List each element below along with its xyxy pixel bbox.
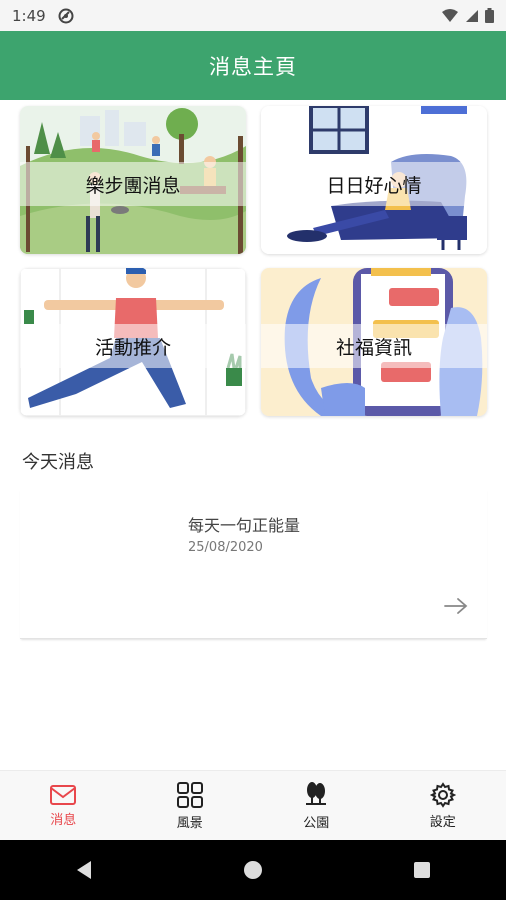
- tile-label-band: 社福資訊: [261, 324, 487, 368]
- message-date: 25/08/2020: [188, 540, 263, 555]
- wifi-icon: [442, 8, 458, 22]
- system-nav-bar: [0, 840, 506, 900]
- message-title: 每天一句正能量: [188, 516, 301, 535]
- nav-item-park[interactable]: 公園: [253, 771, 380, 841]
- back-triangle-icon: [77, 861, 92, 879]
- status-left: 1:49: [12, 7, 74, 25]
- signal-icon: [466, 9, 478, 22]
- bottom-nav: 消息 風景 公園 設定: [0, 770, 506, 841]
- battery-icon: [485, 8, 494, 23]
- nav-label: 消息: [50, 813, 77, 828]
- section-title-today: 今天消息: [22, 452, 94, 473]
- status-time: 1:49: [12, 6, 46, 25]
- home-circle-icon: [243, 861, 262, 879]
- park-icon: [306, 782, 327, 805]
- mail-icon: [50, 785, 77, 805]
- status-right: [441, 8, 494, 23]
- nav-item-settings[interactable]: 設定: [380, 771, 506, 841]
- arrow-right-icon[interactable]: [443, 596, 469, 616]
- grid-icon: [176, 782, 203, 808]
- tile-walking-group-news[interactable]: 樂步團消息: [20, 106, 246, 254]
- do-not-disturb-icon: [58, 8, 74, 23]
- message-card[interactable]: 每天一句正能量 25/08/2020: [20, 488, 487, 639]
- back-button[interactable]: [54, 850, 114, 890]
- status-bar: 1:49: [0, 0, 506, 31]
- nav-item-messages[interactable]: 消息: [0, 771, 127, 841]
- recents-button[interactable]: [392, 850, 452, 890]
- tile-daily-good-mood[interactable]: 日日好心情: [261, 106, 487, 254]
- tile-label-band: 活動推介: [20, 324, 246, 368]
- home-button[interactable]: [223, 850, 283, 890]
- nav-label: 公園: [303, 816, 330, 831]
- gear-icon: [429, 782, 456, 808]
- tile-label: 樂步團消息: [85, 174, 181, 197]
- recents-square-icon: [413, 862, 430, 878]
- nav-item-scenery[interactable]: 風景: [127, 771, 254, 841]
- page-title: 消息主頁: [209, 54, 297, 79]
- nav-label: 設定: [429, 815, 456, 830]
- tile-label: 日日好心情: [326, 174, 422, 197]
- tile-label: 社福資訊: [335, 336, 412, 359]
- nav-label: 風景: [176, 816, 203, 831]
- tile-label: 活動推介: [94, 336, 171, 359]
- app-bar: 消息主頁: [0, 31, 506, 100]
- tile-label-band: 日日好心情: [261, 162, 487, 206]
- tile-activity-recommendation[interactable]: 活動推介: [20, 268, 246, 416]
- tile-social-welfare-info[interactable]: 社福資訊: [261, 268, 487, 416]
- tile-label-band: 樂步團消息: [20, 162, 246, 206]
